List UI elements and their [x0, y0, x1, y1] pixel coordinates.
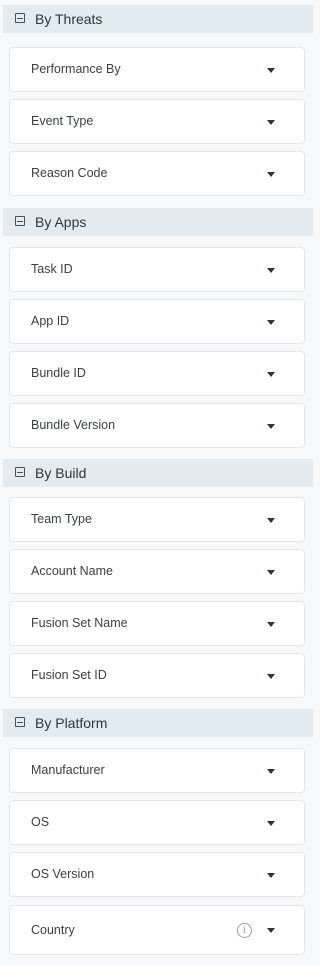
- dropdown-fusion-set-id[interactable]: Fusion Set ID: [9, 653, 305, 698]
- group-title: By Build: [35, 465, 87, 481]
- group-title: By Platform: [35, 715, 108, 731]
- dropdown-reason-code[interactable]: Reason Code: [9, 151, 305, 196]
- collapse-icon[interactable]: [15, 216, 25, 226]
- group-title: By Threats: [35, 11, 103, 27]
- dropdown-label: OS Version: [31, 867, 95, 881]
- dropdown-country[interactable]: Country i: [9, 905, 305, 955]
- dropdown-fusion-set-name[interactable]: Fusion Set Name: [9, 601, 305, 646]
- dropdown-label: Event Type: [31, 114, 94, 128]
- dropdown-label: Bundle ID: [31, 366, 86, 380]
- dropdown-task-id[interactable]: Task ID: [9, 247, 305, 292]
- dropdown-performance-by[interactable]: Performance By: [9, 47, 305, 92]
- dropdown-label: OS: [31, 815, 50, 829]
- dropdown-bundle-id[interactable]: Bundle ID: [9, 351, 305, 396]
- caret-down-icon[interactable]: [267, 172, 275, 177]
- dropdown-event-type[interactable]: Event Type: [9, 99, 305, 144]
- caret-down-icon[interactable]: [267, 570, 275, 575]
- group-title: By Apps: [35, 214, 87, 230]
- caret-down-icon[interactable]: [267, 268, 275, 273]
- dropdown-label: Reason Code: [31, 166, 108, 180]
- dropdown-label: Fusion Set ID: [31, 668, 107, 682]
- dropdown-label: Team Type: [31, 512, 92, 526]
- caret-down-icon[interactable]: [267, 769, 275, 774]
- group-header-by-threats[interactable]: By Threats: [3, 5, 313, 33]
- caret-down-icon[interactable]: [267, 424, 275, 429]
- collapse-icon[interactable]: [15, 467, 25, 477]
- caret-down-icon[interactable]: [267, 68, 275, 73]
- collapse-icon[interactable]: [15, 13, 25, 23]
- caret-down-icon[interactable]: [267, 518, 275, 523]
- dropdown-label: Performance By: [31, 62, 121, 76]
- dropdown-label: Manufacturer: [31, 763, 105, 777]
- caret-down-icon[interactable]: [267, 320, 275, 325]
- dropdown-account-name[interactable]: Account Name: [9, 549, 305, 594]
- collapse-icon[interactable]: [15, 717, 25, 727]
- dropdown-label: App ID: [31, 314, 70, 328]
- info-icon[interactable]: i: [237, 923, 252, 938]
- dropdown-os[interactable]: OS: [9, 800, 305, 845]
- dropdown-label: Bundle Version: [31, 418, 116, 432]
- dropdown-os-version[interactable]: OS Version: [9, 852, 305, 897]
- caret-down-icon[interactable]: [267, 873, 275, 878]
- caret-down-icon[interactable]: [267, 622, 275, 627]
- group-header-by-build[interactable]: By Build: [3, 459, 313, 487]
- caret-down-icon[interactable]: [267, 120, 275, 125]
- dropdown-label: Country: [31, 923, 75, 937]
- caret-down-icon[interactable]: [267, 372, 275, 377]
- group-header-by-platform[interactable]: By Platform: [3, 709, 313, 737]
- dropdown-label: Account Name: [31, 564, 113, 578]
- dropdown-label: Task ID: [31, 262, 73, 276]
- dropdown-label: Fusion Set Name: [31, 616, 128, 630]
- caret-down-icon[interactable]: [267, 674, 275, 679]
- dropdown-team-type[interactable]: Team Type: [9, 497, 305, 542]
- dropdown-bundle-version[interactable]: Bundle Version: [9, 403, 305, 448]
- caret-down-icon[interactable]: [267, 928, 275, 933]
- dropdown-manufacturer[interactable]: Manufacturer: [9, 748, 305, 793]
- group-header-by-apps[interactable]: By Apps: [3, 208, 313, 236]
- caret-down-icon[interactable]: [267, 821, 275, 826]
- dropdown-app-id[interactable]: App ID: [9, 299, 305, 344]
